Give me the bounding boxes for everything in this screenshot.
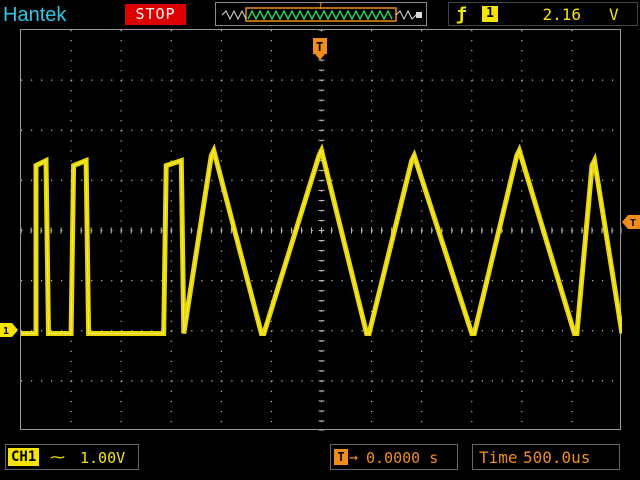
timebase-readout[interactable]: Time 500.0us [472, 444, 620, 470]
ch1-trace [21, 143, 622, 336]
trigger-level-marker-label: T [630, 218, 636, 229]
trigger-level-marker[interactable]: T [622, 215, 640, 229]
ch1-scale-readout[interactable]: CH1 ⁓ 1.00V [5, 444, 139, 470]
brand-logo: Hantek [3, 4, 67, 26]
trigger-position-marker-label: T [316, 40, 323, 54]
arrow-right-icon: → [349, 448, 359, 466]
trigger-status-panel[interactable]: ƒ 1 2.16 V [448, 2, 638, 26]
waveform-display[interactable] [20, 29, 622, 431]
overview-trigger-marker: T [318, 3, 324, 12]
trigger-position-marker[interactable]: T [311, 38, 329, 60]
trigger-level-unit: V [609, 5, 619, 24]
trigger-level-value: 2.16 [542, 5, 581, 24]
trigger-source-badge: 1 [482, 6, 498, 22]
memory-position-bar[interactable]: T [215, 2, 427, 26]
rising-edge-icon: ƒ [456, 4, 467, 25]
waveform-overview: T [221, 3, 422, 22]
ch1-volts-per-div: 1.00V [80, 449, 126, 467]
ch1-trace-highlight [21, 149, 622, 334]
ch1-marker-label: 1 [3, 326, 9, 337]
trigger-position-icon: T [334, 449, 348, 465]
run-stop-indicator[interactable]: STOP [125, 4, 186, 25]
timebase-label: Time [479, 448, 518, 467]
trigger-position-value: 0.0000 s [366, 449, 439, 467]
graticule [21, 30, 622, 431]
timebase-value: 500.0us [523, 448, 591, 467]
ch1-ground-marker[interactable]: 1 [0, 323, 18, 337]
dc-coupling-icon: ⁓ [50, 448, 65, 466]
trigger-position-readout[interactable]: T → 0.0000 s [330, 444, 458, 470]
ch1-label: CH1 [8, 448, 40, 466]
